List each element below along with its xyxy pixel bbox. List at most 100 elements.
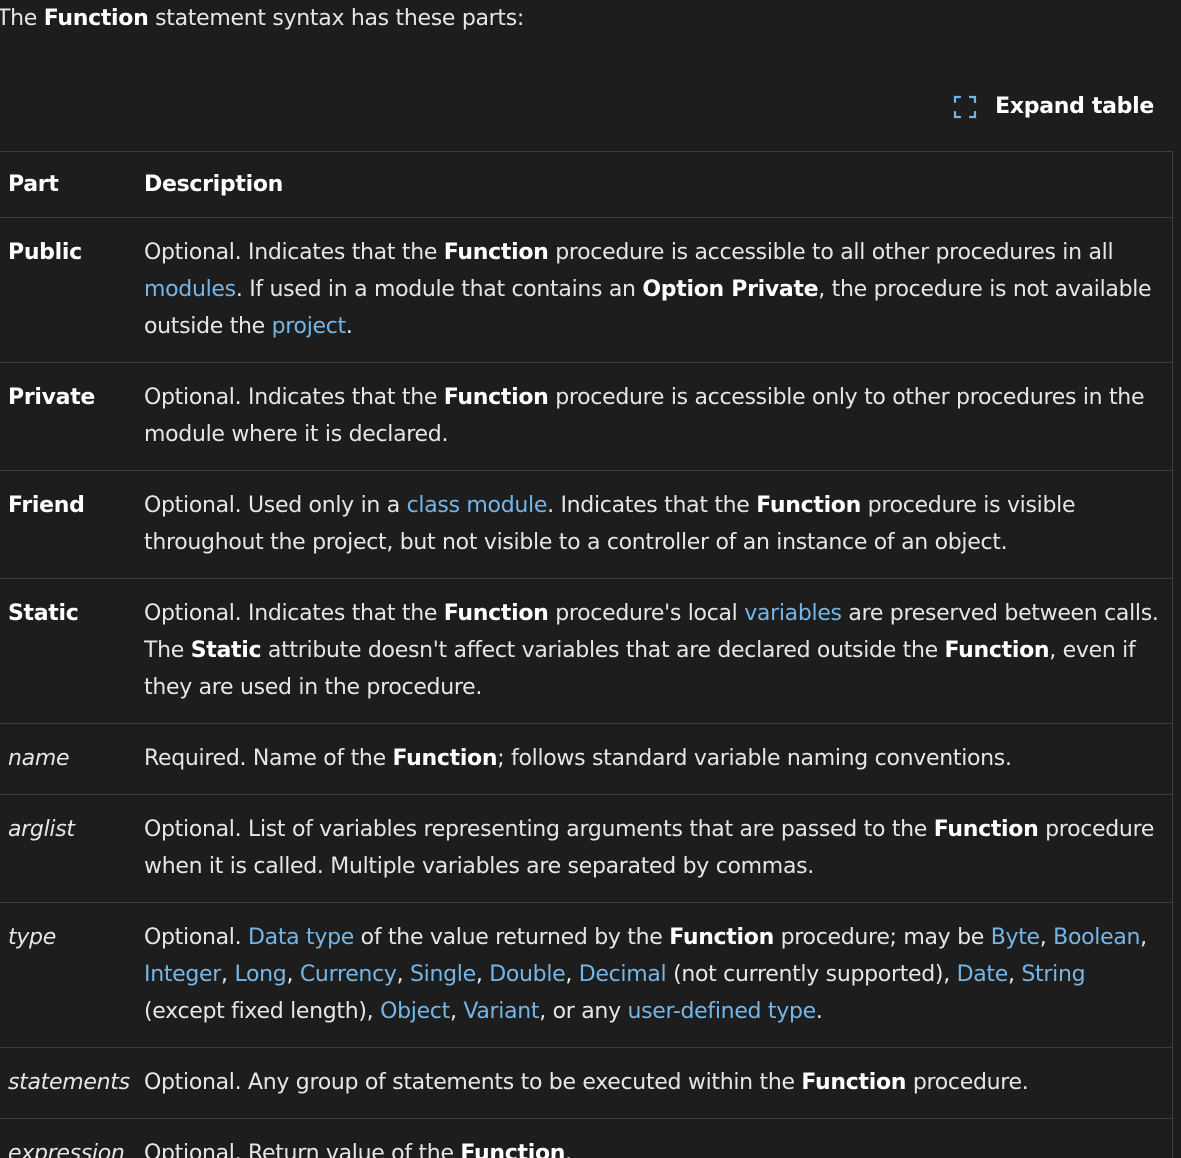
- doc-link[interactable]: Data type: [248, 925, 354, 950]
- doc-link[interactable]: Integer: [144, 962, 221, 987]
- description-text: ,: [565, 962, 579, 987]
- doc-link[interactable]: Boolean: [1053, 925, 1140, 950]
- doc-link[interactable]: Single: [410, 962, 476, 987]
- keyword-text: Function: [443, 385, 549, 410]
- part-cell: type: [8, 925, 56, 950]
- table-row: Private Optional. Indicates that the Func…: [0, 363, 1172, 471]
- keyword-text: Function: [944, 638, 1050, 663]
- description-text: ,: [475, 962, 490, 987]
- doc-link[interactable]: Decimal: [579, 962, 667, 987]
- description-text: ,: [449, 999, 464, 1024]
- description-text: Optional. Any group of statements to be …: [144, 1070, 802, 1095]
- description-cell: Optional. Indicates that the Function pr…: [144, 216, 1172, 362]
- doc-link[interactable]: String: [1021, 962, 1085, 987]
- part-cell: Friend: [8, 493, 85, 518]
- description-text: of the value returned by the: [353, 925, 670, 950]
- doc-link[interactable]: Byte: [991, 925, 1040, 950]
- keyword-text: Function: [443, 240, 549, 265]
- doc-link[interactable]: user-defined type: [628, 999, 817, 1024]
- description-text: Optional. Indicates that the: [144, 385, 444, 410]
- description-cell: Optional. Return value of the Function.: [144, 1117, 1172, 1158]
- description-cell: Optional. Data type of the value returne…: [144, 901, 1172, 1047]
- part-cell: Private: [8, 385, 96, 410]
- keyword-text: Option Private: [642, 277, 819, 302]
- intro-pre: The: [0, 6, 44, 31]
- description-cell: Optional. Any group of statements to be …: [144, 1046, 1172, 1118]
- parts-table: Part Description Public Optional. Indicat…: [0, 151, 1173, 1158]
- keyword-text: Function: [933, 817, 1039, 842]
- keyword-text: Function: [460, 1141, 566, 1158]
- description-text: procedure is accessible to all other pro…: [548, 240, 1114, 265]
- description-text: ; follows standard variable naming conve…: [497, 746, 1012, 771]
- doc-link[interactable]: Date: [957, 962, 1009, 987]
- doc-link[interactable]: modules: [144, 277, 236, 302]
- part-cell: Public: [8, 240, 82, 265]
- doc-link[interactable]: Currency: [300, 962, 397, 987]
- description-text: Optional. Indicates that the: [144, 240, 444, 265]
- table-header-row: Part Description: [0, 152, 1172, 218]
- description-text: procedure.: [906, 1070, 1029, 1095]
- doc-link[interactable]: Double: [489, 962, 565, 987]
- description-text: Optional. Return value of the: [144, 1141, 461, 1158]
- description-text: Optional.: [144, 925, 249, 950]
- description-text: procedure's local: [548, 601, 745, 626]
- description-text: .: [345, 314, 353, 339]
- keyword-text: Function: [801, 1070, 907, 1095]
- description-text: procedure; may be: [773, 925, 991, 950]
- keyword-text: Static: [190, 638, 262, 663]
- part-cell: expression: [8, 1141, 125, 1158]
- description-text: (except fixed length),: [144, 999, 381, 1024]
- table-row: statements Optional. Any group of stateme…: [0, 1048, 1172, 1119]
- expand-table-label: Expand table: [995, 94, 1154, 119]
- description-cell: Optional. Indicates that the Function pr…: [144, 361, 1172, 470]
- description-text: . Indicates that the: [547, 493, 757, 518]
- part-cell: Static: [8, 601, 79, 626]
- description-text: attribute doesn't affect variables that …: [261, 638, 945, 663]
- expand-table-button[interactable]: Expand table: [953, 94, 1154, 119]
- doc-link[interactable]: Long: [234, 962, 286, 987]
- intro-paragraph: The Function statement syntax has these …: [0, 2, 524, 36]
- description-text: , or any: [539, 999, 628, 1024]
- intro-post: statement syntax has these parts:: [148, 6, 525, 31]
- keyword-text: Function: [443, 601, 549, 626]
- description-text: . If used in a module that contains an: [235, 277, 643, 302]
- column-header-description: Description: [144, 172, 283, 197]
- table-body: Public Optional. Indicates that the Funct…: [0, 218, 1172, 1158]
- expand-icon: [953, 95, 977, 119]
- doc-link[interactable]: project: [272, 314, 347, 339]
- doc-link[interactable]: variables: [744, 601, 842, 626]
- part-cell: statements: [8, 1070, 130, 1095]
- description-cell: Optional. List of variables representing…: [144, 793, 1172, 902]
- description-text: .: [815, 999, 823, 1024]
- description-text: Required. Name of the: [144, 746, 393, 771]
- table-row: name Required. Name of the Function; foll…: [0, 724, 1172, 795]
- column-header-part: Part: [8, 172, 59, 197]
- description-cell: Required. Name of the Function; follows …: [144, 722, 1172, 794]
- keyword-text: Function: [392, 746, 498, 771]
- description-text: ,: [1039, 925, 1054, 950]
- description-text: ,: [1140, 925, 1147, 950]
- description-text: Optional. List of variables representing…: [144, 817, 934, 842]
- table-row: Public Optional. Indicates that the Funct…: [0, 218, 1172, 363]
- description-text: ,: [221, 962, 235, 987]
- description-cell: Optional. Used only in a class module. I…: [144, 469, 1172, 578]
- doc-link[interactable]: Variant: [463, 999, 539, 1024]
- description-text: ,: [1008, 962, 1022, 987]
- description-text: ,: [286, 962, 300, 987]
- description-text: (not currently supported),: [666, 962, 957, 987]
- table-row: Friend Optional. Used only in a class mod…: [0, 471, 1172, 579]
- keyword-text: Function: [756, 493, 861, 518]
- doc-link[interactable]: Object: [380, 999, 450, 1024]
- description-cell: Optional. Indicates that the Function pr…: [144, 577, 1172, 723]
- description-text: .: [565, 1141, 572, 1158]
- table-row: type Optional. Data type of the value ret…: [0, 903, 1172, 1048]
- description-text: ,: [396, 962, 410, 987]
- description-text: Optional. Used only in a: [144, 493, 407, 518]
- table-row: arglist Optional. List of variables repre…: [0, 795, 1172, 903]
- part-cell: name: [8, 746, 70, 771]
- description-text: Optional. Indicates that the: [144, 601, 444, 626]
- table-row: expression Optional. Return value of the …: [0, 1119, 1172, 1158]
- intro-keyword: Function: [43, 6, 149, 31]
- part-cell: arglist: [8, 817, 75, 842]
- doc-link[interactable]: class module: [407, 493, 548, 518]
